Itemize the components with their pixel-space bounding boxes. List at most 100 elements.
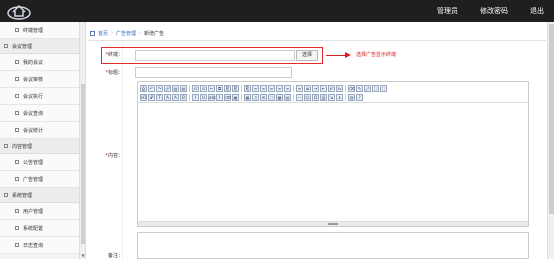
remark-label: 备注： xyxy=(107,253,123,259)
editor-tool-icon[interactable]: ≣ xyxy=(304,85,311,92)
editor-tool-icon[interactable]: A xyxy=(172,94,179,101)
rich-text-editor[interactable]: ⎙ ↶ ↷ 🔗 ▤ ▤ ⊡ ⊡ ✂ ⧉ ⎘ ⎘ ⎘ ≡ ≡ ≡ ≡ ≡ ≡ ≣ ⇥ ⇤ x² x₂ ⌫ ✎ ⤢ ⛶ ⛶ H1 𝒯 T A A B I… xyxy=(137,81,529,227)
sidebar-scroll-thumb[interactable] xyxy=(81,84,85,244)
editor-resize-bar[interactable] xyxy=(138,221,528,226)
breadcrumb-home[interactable]: 首页 xyxy=(98,30,108,37)
editor-tool-icon[interactable]: ≡ xyxy=(276,85,283,92)
sidebar-item-logs[interactable]: 日志查询 xyxy=(0,237,85,254)
editor-tool-icon[interactable]: ♫ xyxy=(252,94,259,101)
editor-tool-icon[interactable]: ≡ xyxy=(268,85,275,92)
scroll-down-icon[interactable]: ▼ xyxy=(80,253,85,259)
editor-tool-icon[interactable]: ≡ xyxy=(252,85,259,92)
doc-icon xyxy=(15,177,19,181)
editor-tool-icon[interactable]: ⊡ xyxy=(200,85,207,92)
editor-tool-icon[interactable]: ▦ xyxy=(276,94,283,101)
editor-tool-icon[interactable]: ⤢ xyxy=(364,85,371,92)
home-logo-icon[interactable] xyxy=(6,2,32,20)
editor-tool-icon[interactable]: ⊡ xyxy=(192,85,199,92)
editor-tool-icon[interactable]: x² xyxy=(328,85,335,92)
sidebar-item-my-meeting[interactable]: 我的会议 xyxy=(0,54,85,71)
editor-tool-icon[interactable]: I xyxy=(192,94,199,101)
editor-tool-icon[interactable]: A xyxy=(164,94,171,101)
editor-tool-icon[interactable]: ⌫ xyxy=(224,94,231,101)
select-terminal-button[interactable]: 选择 xyxy=(296,50,318,61)
editor-tool-icon[interactable]: ▤ xyxy=(180,85,187,92)
sidebar-group-meeting[interactable]: 会议管理 xyxy=(0,39,85,54)
sidebar-item-meeting-query[interactable]: 会议查询 xyxy=(0,105,85,122)
sidebar-item-meeting-review[interactable]: 会议审核 xyxy=(0,71,85,88)
sidebar-item-config[interactable]: 系统配置 xyxy=(0,220,85,237)
main-scroll-thumb[interactable] xyxy=(549,24,554,214)
editor-tool-icon[interactable]: ⧉ xyxy=(216,85,223,92)
editor-tool-icon[interactable]: ≡ xyxy=(296,85,303,92)
sidebar-group-system[interactable]: 系统管理 xyxy=(0,188,85,203)
editor-tool-icon[interactable]: ─ xyxy=(296,94,303,101)
editor-tool-icon[interactable]: T xyxy=(156,94,163,101)
sidebar-item-ads[interactable]: 广告管理 xyxy=(0,171,85,188)
editor-tool-icon[interactable]: ⇥ xyxy=(312,85,319,92)
folder-icon xyxy=(4,44,8,48)
doc-icon xyxy=(15,60,19,64)
editor-tool-icon[interactable]: ⚓ xyxy=(336,94,343,101)
sidebar: 终端管理 会议管理 我的会议 会议审核 会议执行 会议查询 会议统计 内容管理 … xyxy=(0,22,86,259)
editor-tool-icon[interactable]: ≡ xyxy=(284,85,291,92)
sidebar-item-terminal[interactable]: 终端管理 xyxy=(0,22,85,39)
logout-link[interactable]: 退出 xyxy=(530,6,544,16)
editor-tool-icon[interactable]: ↷ xyxy=(156,85,163,92)
editor-tool-icon[interactable]: ⛶ xyxy=(268,94,275,101)
remark-textarea[interactable] xyxy=(137,232,529,259)
editor-tool-icon[interactable]: ↶ xyxy=(148,85,155,92)
editor-tool-icon[interactable]: ⛶ xyxy=(380,85,387,92)
editor-tool-icon[interactable]: ⎘ xyxy=(232,85,239,92)
breadcrumb: 首页 › 广告管理 › 新增广告 xyxy=(90,27,164,39)
editor-tool-icon[interactable]: ✂ xyxy=(208,85,215,92)
editor-tool-icon[interactable]: 🔗 xyxy=(164,85,171,92)
editor-tool-icon[interactable]: ▤ xyxy=(172,85,179,92)
editor-tool-icon[interactable]: U xyxy=(200,94,207,101)
editor-tool-icon[interactable]: x₂ xyxy=(336,85,343,92)
change-password-link[interactable]: 修改密码 xyxy=(480,6,508,16)
editor-tool-icon[interactable]: ≡ xyxy=(260,85,267,92)
editor-tool-icon[interactable]: ⇲ xyxy=(328,94,335,101)
editor-tool-icon[interactable]: I xyxy=(216,94,223,101)
editor-tool-icon[interactable]: ▦ xyxy=(244,94,251,101)
sidebar-scrollbar[interactable]: ▼ xyxy=(79,22,85,259)
editor-tool-icon[interactable]: ? xyxy=(356,94,363,101)
terminal-input[interactable] xyxy=(135,50,295,61)
editor-tool-icon[interactable]: H1 xyxy=(140,94,147,101)
toolbar-separator xyxy=(189,94,190,101)
sidebar-item-users[interactable]: 用户管理 xyxy=(0,203,85,220)
toolbar-separator xyxy=(189,85,190,92)
toolbar-separator xyxy=(345,94,346,101)
editor-tool-icon[interactable]: ⎙ xyxy=(320,94,327,101)
sidebar-item-meeting-stats[interactable]: 会议统计 xyxy=(0,122,85,139)
editor-tool-icon[interactable]: B xyxy=(180,94,187,101)
sidebar-item-notice[interactable]: 公告管理 xyxy=(0,154,85,171)
editor-tool-icon[interactable]: ⛶ xyxy=(372,85,379,92)
main-scrollbar[interactable] xyxy=(547,22,554,259)
editor-tool-icon[interactable]: ⎘ xyxy=(244,85,251,92)
editor-tool-icon[interactable]: ☺ xyxy=(304,94,311,101)
editor-tool-icon[interactable]: abc xyxy=(208,94,216,101)
toolbar-separator xyxy=(293,94,294,101)
resize-grip-icon[interactable] xyxy=(328,223,338,225)
doc-icon xyxy=(15,160,19,164)
editor-tool-icon[interactable]: ✉ xyxy=(260,94,267,101)
editor-tool-icon[interactable]: ✎ xyxy=(356,85,363,92)
editor-tool-icon[interactable]: ▦ xyxy=(232,94,239,101)
sidebar-item-meeting-exec[interactable]: 会议执行 xyxy=(0,88,85,105)
editor-tool-icon[interactable]: 𝒯 xyxy=(148,94,155,101)
editor-tool-icon[interactable]: ⌫ xyxy=(348,85,355,92)
editor-tool-icon[interactable]: ⇤ xyxy=(320,85,327,92)
editor-toolbar-row2: H1 𝒯 T A A B I Uabc I ⌫ ▦ ▦ ♫ ✉ ⛶ ▦ ▤ ─ ☺ Ω ⎙ ⇲ ⚓ @? xyxy=(140,93,363,102)
breadcrumb-ads[interactable]: 广告管理 xyxy=(116,30,136,37)
annotation-arrow xyxy=(326,55,346,56)
editor-tool-icon[interactable]: ⎙ xyxy=(140,85,147,92)
editor-tool-icon[interactable]: ⎘ xyxy=(224,85,231,92)
sidebar-group-content[interactable]: 内容管理 xyxy=(0,139,85,154)
editor-tool-icon[interactable]: ▤ xyxy=(284,94,291,101)
editor-tool-icon[interactable]: @ xyxy=(348,94,355,101)
title-input[interactable] xyxy=(135,67,292,78)
editor-tool-icon[interactable]: Ω xyxy=(312,94,319,101)
admin-link[interactable]: 管理员 xyxy=(437,6,458,16)
